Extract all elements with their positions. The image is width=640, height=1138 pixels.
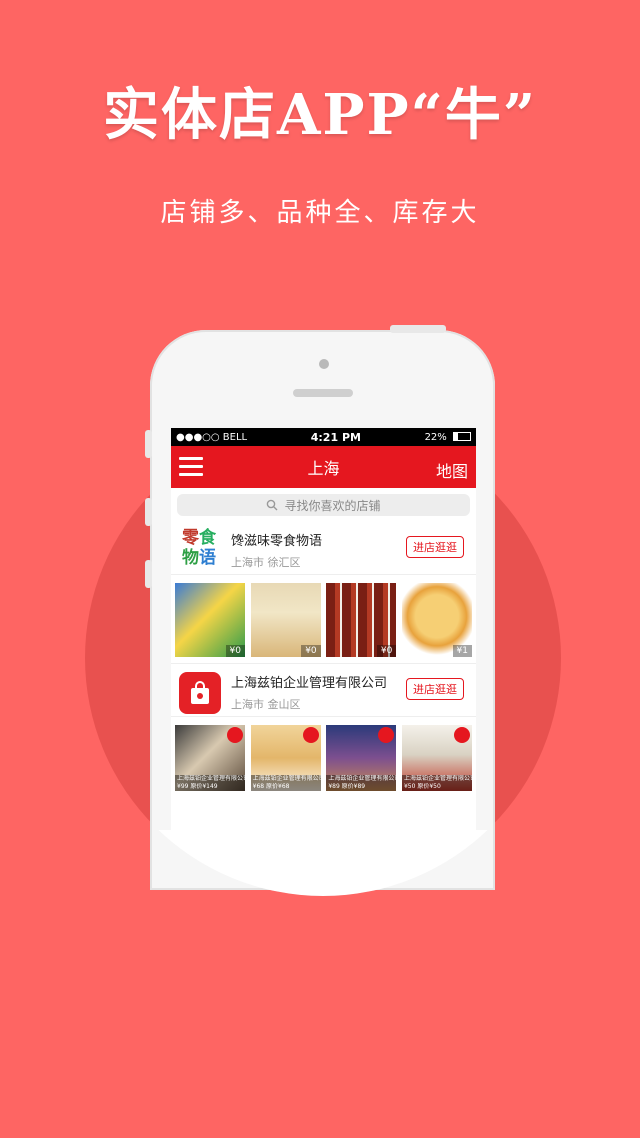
phone-side-button-3 [145, 560, 152, 588]
product-thumbnail[interactable]: ¥0 [326, 583, 397, 657]
discount-badge [453, 727, 470, 743]
product-thumbnail[interactable]: 上海兹铂企业管理有限公司 ¥68 原价¥68 [250, 725, 321, 791]
store-city: 上海市 [231, 698, 264, 711]
enter-store-button[interactable]: 进店逛逛 [406, 678, 464, 700]
battery-indicator: 22% [425, 432, 471, 443]
caption-title: 上海兹铂企业管理有限公司 [177, 775, 245, 782]
product-thumbnail[interactable]: 上海兹铂企业管理有限公司 ¥50 原价¥50 [401, 725, 472, 791]
price-tag: ¥1 [452, 645, 472, 657]
store-logo [179, 672, 221, 714]
store-district: 徐汇区 [267, 556, 301, 569]
map-button[interactable]: 地图 [436, 458, 468, 482]
price-tag: ¥0 [376, 645, 397, 657]
price-tag: ¥0 [225, 645, 245, 657]
caption-price: ¥50 原价¥50 [403, 783, 441, 790]
logo-text-1: 零食 [182, 528, 216, 548]
goods-row: ¥0 ¥0 ¥0 ¥1 [171, 575, 476, 664]
discount-badge [302, 727, 319, 743]
caption-price: ¥68 原价¥68 [252, 783, 290, 790]
caption-price: ¥99 原价¥149 [177, 783, 218, 790]
phone-top-button [390, 325, 446, 333]
phone-side-button-1 [145, 430, 152, 458]
search-container: 寻找你喜欢的店铺 [171, 488, 476, 522]
product-thumbnail[interactable]: 上海兹铂企业管理有限公司 ¥99 原价¥149 [175, 725, 245, 791]
product-caption: 上海兹铂企业管理有限公司 ¥89 原价¥89 [326, 775, 397, 791]
search-placeholder: 寻找你喜欢的店铺 [284, 498, 381, 513]
product-caption: 上海兹铂企业管理有限公司 ¥68 原价¥68 [250, 775, 321, 791]
store-address: 上海市 金山区 [231, 696, 301, 712]
product-thumbnail[interactable]: 上海兹铂企业管理有限公司 ¥89 原价¥89 [326, 725, 397, 791]
phone-side-button-2 [145, 498, 152, 526]
caption-price: ¥89 原价¥89 [328, 783, 366, 790]
store-name: 上海兹铂企业管理有限公司 [231, 676, 388, 691]
store-logo: 零食 物语 [179, 528, 219, 568]
product-caption: 上海兹铂企业管理有限公司 ¥99 原价¥149 [175, 775, 245, 791]
shopping-bag-icon [191, 681, 209, 704]
caption-title: 上海兹铂企业管理有限公司 [328, 775, 397, 782]
store-district: 金山区 [267, 698, 301, 711]
store-item[interactable]: 零食 物语 馋滋味零食物语 上海市 徐汇区 进店逛逛 [171, 522, 476, 575]
store-city: 上海市 [231, 556, 264, 569]
discount-badge [227, 727, 243, 743]
logo-text-2: 物语 [182, 548, 216, 568]
promo-subline: 店铺多、品种全、库存大 [160, 198, 480, 228]
carrier-signal: ●●●○○ BELL [176, 431, 248, 443]
battery-icon [452, 432, 471, 441]
store-name: 馋滋味零食物语 [231, 534, 323, 549]
store-item[interactable]: 上海兹铂企业管理有限公司 上海市 金山区 进店逛逛 [171, 664, 476, 717]
city-title[interactable]: 上海 [307, 455, 339, 479]
phone-speaker [293, 389, 353, 397]
caption-title: 上海兹铂企业管理有限公司 [252, 775, 321, 782]
battery-percent: 22% [424, 431, 447, 443]
status-time: 4:21 PM [310, 430, 361, 444]
nav-bar: 上海 地图 [171, 446, 476, 488]
goods-row: 上海兹铂企业管理有限公司 ¥99 原价¥149 上海兹铂企业管理有限公司 ¥68… [171, 717, 476, 795]
product-thumbnail[interactable]: ¥0 [250, 583, 321, 657]
promo-headline: 实体店APP“牛” [102, 82, 538, 148]
product-thumbnail[interactable]: ¥0 [175, 583, 245, 657]
price-tag: ¥0 [301, 645, 321, 657]
status-bar: ●●●○○ BELL 4:21 PM 22% [171, 428, 476, 446]
store-address: 上海市 徐汇区 [231, 554, 301, 570]
discount-badge [378, 727, 395, 743]
hamburger-icon[interactable] [179, 457, 203, 477]
product-caption: 上海兹铂企业管理有限公司 ¥50 原价¥50 [401, 775, 472, 791]
search-input[interactable]: 寻找你喜欢的店铺 [177, 494, 470, 516]
search-icon [267, 499, 278, 511]
phone-camera [319, 359, 329, 369]
caption-title: 上海兹铂企业管理有限公司 [403, 775, 472, 782]
enter-store-button[interactable]: 进店逛逛 [406, 536, 464, 558]
app-screen: ●●●○○ BELL 4:21 PM 22% 上海 地图 寻找你喜欢的店铺 零食… [171, 428, 476, 830]
product-thumbnail[interactable]: ¥1 [401, 583, 472, 657]
